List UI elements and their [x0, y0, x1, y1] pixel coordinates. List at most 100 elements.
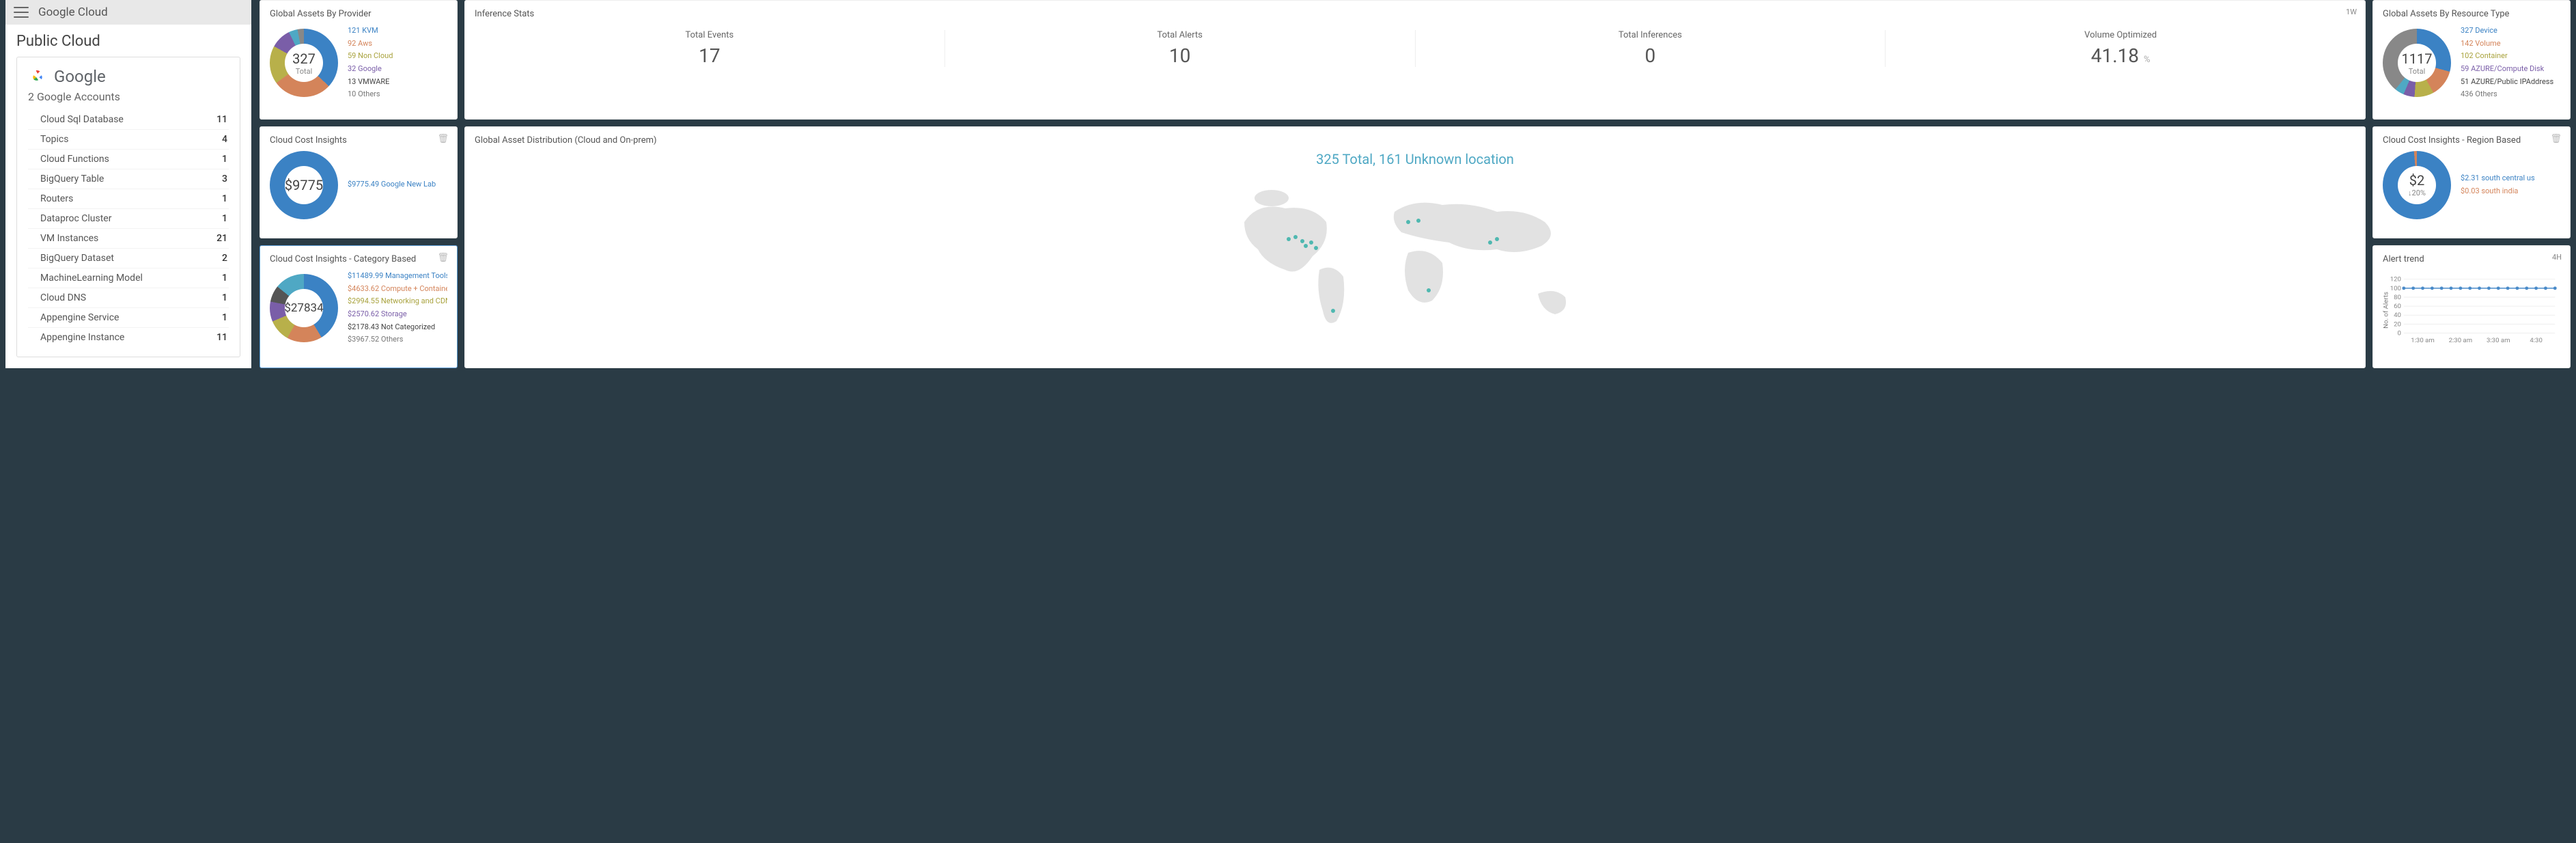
svg-text:60: 60 — [2394, 303, 2401, 310]
legend-item[interactable]: 142 Volume — [2461, 38, 2553, 51]
legend-item[interactable]: $9775.49 Google New Lab — [348, 178, 436, 191]
legend-item[interactable]: $2570.62 Storage — [348, 308, 447, 321]
google-brand-text: Google — [54, 67, 106, 86]
hamburger-icon[interactable] — [14, 7, 29, 18]
resource-type-donut: 1117 Total — [2383, 29, 2451, 97]
svg-text:4:30: 4:30 — [2530, 337, 2543, 344]
stat-column: Volume Optimized41.18 % — [1886, 30, 2355, 67]
cost-donut: $9775 — [270, 151, 338, 219]
card-cost-insights: Cloud Cost Insights 🗑 $9775 $9775.49 Goo… — [260, 126, 458, 238]
stat-label: Total Inferences — [1423, 30, 1879, 40]
svg-text:2:30 am: 2:30 am — [2449, 337, 2473, 344]
legend-item[interactable]: $3967.52 Others — [348, 333, 447, 346]
resource-row[interactable]: Cloud Functions 1 — [28, 150, 229, 169]
world-map[interactable] — [475, 174, 2355, 338]
card-cost-insights-region: Cloud Cost Insights - Region Based 🗑 $2 … — [2372, 126, 2571, 238]
card-global-assets-resource-type: Global Assets By Resource Type 1117 Tota… — [2372, 0, 2571, 120]
resource-count: 21 — [216, 233, 227, 244]
card-alert-trend: Alert trend 4H No. of Alerts 02040608010… — [2372, 245, 2571, 368]
resource-name: Routers — [40, 193, 73, 204]
resource-row[interactable]: Topics4 — [28, 130, 229, 150]
trash-icon[interactable]: 🗑 — [437, 134, 449, 144]
card-title: Cloud Cost Insights - Region Based — [2383, 135, 2560, 146]
resource-row[interactable]: Routers1 — [28, 189, 229, 209]
card-asset-distribution-map: Global Asset Distribution (Cloud and On-… — [464, 126, 2366, 368]
legend-item[interactable]: 13 VMWARE — [348, 76, 393, 89]
sidebar-header: Google Cloud — [5, 0, 251, 25]
legend-item[interactable]: 327 Device — [2461, 25, 2553, 38]
donut-center-label: Total — [2409, 67, 2426, 76]
resource-name: VM Instances — [40, 233, 98, 244]
resource-list: Cloud Sql Database11Topics4Cloud Functio… — [28, 110, 229, 347]
card-title: Cloud Cost Insights — [270, 135, 447, 146]
inference-stats-row: Total Events17Total Alerts10Total Infere… — [475, 30, 2355, 67]
resource-count: 11 — [216, 114, 227, 125]
donut-center-value: $27834 — [284, 301, 323, 315]
legend-item[interactable]: 436 Others — [2461, 88, 2553, 101]
resource-row[interactable]: Appengine Service1 — [28, 308, 229, 328]
resource-row[interactable]: VM Instances 21 — [28, 229, 229, 249]
resource-count: 1 — [222, 213, 227, 224]
stat-value: 10 — [952, 44, 1408, 67]
resource-row[interactable]: Cloud DNS 1 — [28, 288, 229, 308]
resource-row[interactable]: Appengine Instance 11 — [28, 328, 229, 347]
resource-count: 1 — [222, 154, 227, 165]
card-title: Inference Stats — [475, 9, 2355, 19]
resource-name: Appengine Instance — [40, 332, 124, 343]
resource-row[interactable]: Cloud Sql Database11 — [28, 110, 229, 130]
timeframe-badge[interactable]: 1W — [2346, 8, 2357, 16]
card-title: Alert trend — [2383, 254, 2560, 264]
svg-text:3:30 am: 3:30 am — [2487, 337, 2510, 344]
legend-item[interactable]: 92 Aws — [348, 38, 393, 51]
cost-legend: $9775.49 Google New Lab — [348, 178, 436, 191]
legend-item[interactable]: $2994.55 Networking and CDN — [348, 295, 447, 308]
sidebar: Google Cloud Public Cloud Google 2 Googl… — [5, 0, 251, 368]
card-title: Global Assets By Resource Type — [2383, 9, 2560, 19]
card-title: Global Asset Distribution (Cloud and On-… — [475, 135, 2355, 146]
account-card-header: Google — [28, 67, 229, 86]
trash-icon[interactable]: 🗑 — [2550, 134, 2562, 144]
resource-row[interactable]: BigQuery Dataset 2 — [28, 249, 229, 268]
resource-name: Cloud Functions — [40, 154, 109, 165]
chart-y-axis-label: No. of Alerts — [2383, 292, 2390, 329]
card-cost-insights-category: Cloud Cost Insights - Category Based 🗑 $… — [260, 245, 458, 368]
resource-count: 1 — [222, 292, 227, 303]
donut-center-value: $2 — [2409, 172, 2424, 189]
legend-item[interactable]: 59 Non Cloud — [348, 50, 393, 63]
google-account-card: Google 2 Google Accounts Cloud Sql Datab… — [16, 57, 240, 357]
resource-name: Appengine Service — [40, 312, 119, 323]
resource-name: BigQuery Dataset — [40, 253, 114, 264]
legend-item[interactable]: $4633.62 Compute + Containers — [348, 283, 447, 296]
svg-text:1:30 am: 1:30 am — [2411, 337, 2435, 344]
legend-item[interactable]: 121 KVM — [348, 25, 393, 38]
donut-center-label: Total — [296, 67, 313, 76]
legend-item[interactable]: 59 AZURE/Compute Disk — [2461, 63, 2553, 76]
legend-item[interactable]: 102 Container — [2461, 50, 2553, 63]
legend-item[interactable]: 32 Google — [348, 63, 393, 76]
stat-column: Total Inferences0 — [1416, 30, 1886, 67]
legend-item[interactable]: 10 Others — [348, 88, 393, 101]
legend-item[interactable]: $2.31 south central us — [2461, 172, 2535, 185]
resource-row[interactable]: Dataproc Cluster 1 — [28, 209, 229, 229]
card-inference-stats: Inference Stats 1W Total Events17Total A… — [464, 0, 2366, 120]
resource-count: 2 — [222, 253, 227, 264]
resource-count: 3 — [222, 174, 227, 184]
resource-row[interactable]: BigQuery Table 3 — [28, 169, 229, 189]
legend-item[interactable]: $0.03 south india — [2461, 185, 2535, 198]
trash-icon[interactable]: 🗑 — [437, 253, 449, 263]
resource-name: BigQuery Table — [40, 174, 104, 184]
legend-item[interactable]: $2178.43 Not Categorized — [348, 321, 447, 334]
svg-text:100: 100 — [2390, 285, 2401, 292]
legend-item[interactable]: $11489.99 Management Tools — [348, 270, 447, 283]
stat-label: Volume Optimized — [1892, 30, 2349, 40]
svg-text:120: 120 — [2390, 275, 2401, 283]
legend-item[interactable]: 51 AZURE/Public IPAddress — [2461, 76, 2553, 89]
sidebar-body: Public Cloud Google 2 Google Accounts Cl… — [5, 25, 251, 368]
resource-row[interactable]: MachineLearning Model1 — [28, 268, 229, 288]
timeframe-badge[interactable]: 4H — [2552, 253, 2562, 262]
resource-count: 11 — [216, 332, 227, 343]
svg-text:0: 0 — [2398, 329, 2401, 337]
resource-name: Cloud DNS — [40, 292, 86, 303]
accounts-count-line: 2 Google Accounts — [28, 90, 229, 103]
resource-name: Dataproc Cluster — [40, 213, 111, 224]
